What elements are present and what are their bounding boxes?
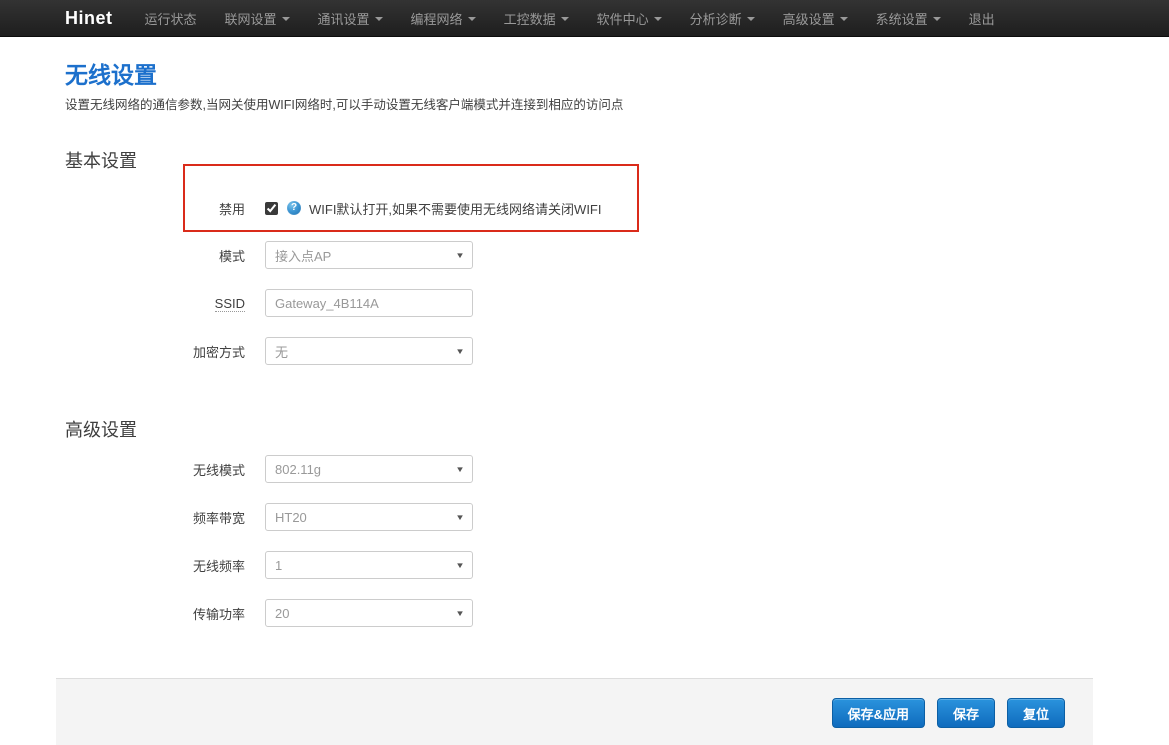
nav-item-comm-settings[interactable]: 通讯设置 bbox=[304, 0, 397, 37]
form-row-disable: 禁用 ? WIFI默认打开,如果不需要使用无线网络请关闭WIFI bbox=[65, 194, 1169, 222]
nav-item-advanced-settings[interactable]: 高级设置 bbox=[769, 0, 862, 37]
nav-item-network-settings[interactable]: 联网设置 bbox=[211, 0, 304, 37]
channel-select[interactable]: 1 ▼ bbox=[265, 551, 473, 579]
bandwidth-label: 频率带宽 bbox=[65, 508, 245, 527]
form-row-tx-power: 传输功率 20 ▼ bbox=[65, 599, 1169, 627]
wireless-mode-select-value: 802.11g bbox=[275, 462, 321, 477]
chevron-down-icon: ▼ bbox=[455, 251, 465, 260]
chevron-down-icon: ▼ bbox=[455, 347, 465, 356]
chevron-down-icon bbox=[654, 17, 662, 21]
mode-select[interactable]: 接入点AP ▼ bbox=[265, 241, 473, 269]
encryption-label: 加密方式 bbox=[65, 342, 245, 361]
form-row-channel: 无线频率 1 ▼ bbox=[65, 551, 1169, 579]
tx-power-label: 传输功率 bbox=[65, 604, 245, 623]
section-heading-basic: 基本设置 bbox=[65, 151, 1169, 172]
nav-item-label: 运行状态 bbox=[145, 9, 197, 28]
nav-item-label: 分析诊断 bbox=[690, 9, 742, 28]
ssid-input[interactable] bbox=[265, 289, 473, 317]
form-row-wireless-mode: 无线模式 802.11g ▼ bbox=[65, 455, 1169, 483]
reset-button[interactable]: 复位 bbox=[1007, 698, 1065, 728]
mode-select-value: 接入点AP bbox=[275, 246, 331, 265]
nav-item-label: 编程网络 bbox=[411, 9, 463, 28]
nav-item-label: 软件中心 bbox=[597, 9, 649, 28]
ssid-label: SSID bbox=[65, 296, 245, 311]
bandwidth-select[interactable]: HT20 ▼ bbox=[265, 503, 473, 531]
brand-logo[interactable]: Hinet bbox=[65, 8, 113, 29]
chevron-down-icon bbox=[375, 17, 383, 21]
chevron-down-icon: ▼ bbox=[455, 465, 465, 474]
disable-label: 禁用 bbox=[65, 199, 245, 218]
nav-item-system-settings[interactable]: 系统设置 bbox=[862, 0, 955, 37]
nav-item-logout[interactable]: 退出 bbox=[955, 0, 1009, 37]
chevron-down-icon: ▼ bbox=[455, 561, 465, 570]
nav-item-label: 联网设置 bbox=[225, 9, 277, 28]
nav-item-label: 系统设置 bbox=[876, 9, 928, 28]
nav-item-label: 工控数据 bbox=[504, 9, 556, 28]
nav-item-analysis-diagnosis[interactable]: 分析诊断 bbox=[676, 0, 769, 37]
page-description: 设置无线网络的通信参数,当网关使用WIFI网络时,可以手动设置无线客户端模式并连… bbox=[65, 97, 1169, 113]
disable-help-text: WIFI默认打开,如果不需要使用无线网络请关闭WIFI bbox=[309, 199, 601, 218]
form-row-mode: 模式 接入点AP ▼ bbox=[65, 241, 1169, 269]
channel-label: 无线频率 bbox=[65, 556, 245, 575]
nav-item-label: 高级设置 bbox=[783, 9, 835, 28]
chevron-down-icon bbox=[561, 17, 569, 21]
chevron-down-icon bbox=[282, 17, 290, 21]
wireless-mode-label: 无线模式 bbox=[65, 460, 245, 479]
bandwidth-select-value: HT20 bbox=[275, 510, 307, 525]
form-row-encryption: 加密方式 无 ▼ bbox=[65, 337, 1169, 365]
encryption-select[interactable]: 无 ▼ bbox=[265, 337, 473, 365]
page-content: 无线设置 设置无线网络的通信参数,当网关使用WIFI网络时,可以手动设置无线客户… bbox=[0, 62, 1169, 627]
form-row-bandwidth: 频率带宽 HT20 ▼ bbox=[65, 503, 1169, 531]
nav-item-programming-network[interactable]: 编程网络 bbox=[397, 0, 490, 37]
save-button[interactable]: 保存 bbox=[937, 698, 995, 728]
chevron-down-icon bbox=[747, 17, 755, 21]
nav-item-industrial-data[interactable]: 工控数据 bbox=[490, 0, 583, 37]
encryption-select-value: 无 bbox=[275, 342, 288, 361]
chevron-down-icon bbox=[933, 17, 941, 21]
channel-select-value: 1 bbox=[275, 558, 282, 573]
nav-item-software-center[interactable]: 软件中心 bbox=[583, 0, 676, 37]
chevron-down-icon: ▼ bbox=[455, 609, 465, 618]
form-row-ssid: SSID bbox=[65, 289, 1169, 317]
tx-power-select[interactable]: 20 ▼ bbox=[265, 599, 473, 627]
nav-item-label: 退出 bbox=[969, 9, 995, 28]
disable-checkbox[interactable] bbox=[265, 202, 278, 215]
wireless-mode-select[interactable]: 802.11g ▼ bbox=[265, 455, 473, 483]
mode-label: 模式 bbox=[65, 246, 245, 265]
section-heading-advanced: 高级设置 bbox=[65, 420, 1169, 441]
nav-item-label: 通讯设置 bbox=[318, 9, 370, 28]
chevron-down-icon bbox=[468, 17, 476, 21]
ssid-label-text: SSID bbox=[215, 296, 245, 312]
chevron-down-icon bbox=[840, 17, 848, 21]
tx-power-select-value: 20 bbox=[275, 606, 289, 621]
nav-item-running-status[interactable]: 运行状态 bbox=[131, 0, 211, 37]
action-footer: 保存&应用 保存 复位 bbox=[56, 678, 1093, 745]
page-title: 无线设置 bbox=[65, 62, 1169, 88]
top-navbar: Hinet 运行状态 联网设置 通讯设置 编程网络 工控数据 软件中心 分析诊断… bbox=[0, 0, 1169, 37]
save-apply-button[interactable]: 保存&应用 bbox=[832, 698, 925, 728]
question-circle-icon[interactable]: ? bbox=[287, 201, 301, 215]
chevron-down-icon: ▼ bbox=[455, 513, 465, 522]
